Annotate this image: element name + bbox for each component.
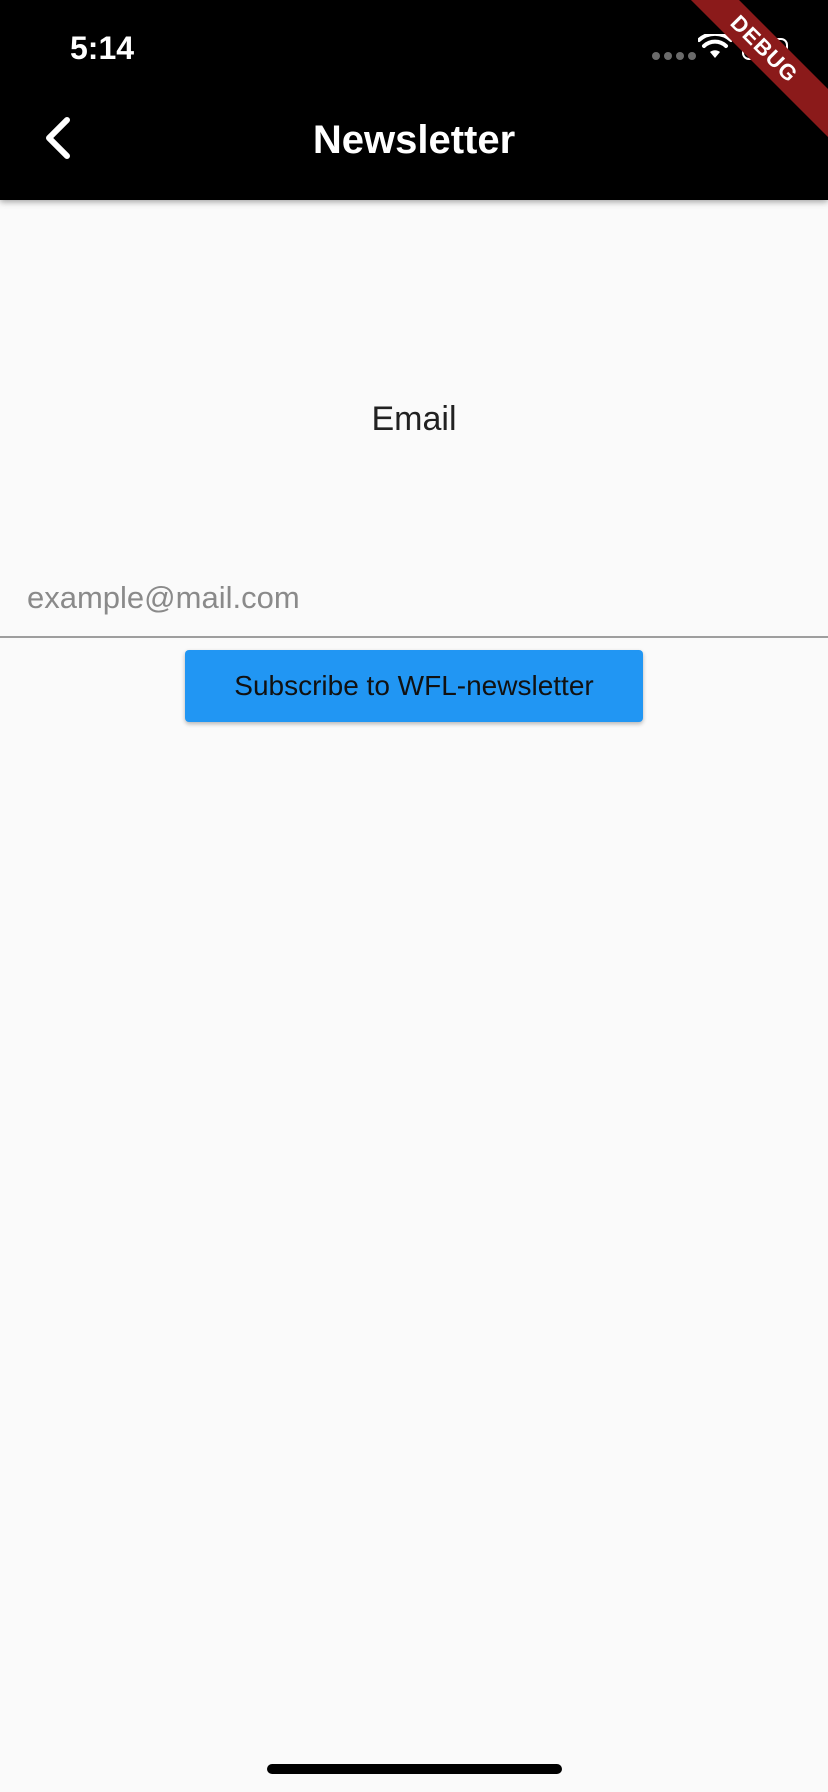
email-label: Email [371,400,457,438]
subscribe-button[interactable]: Subscribe to WFL-newsletter [185,650,643,722]
status-time: 5:14 [70,30,135,66]
app-bar: 5:14 Newsletter DEBUG [0,0,828,200]
page-title: Newsletter [312,118,516,162]
email-field[interactable] [0,560,828,638]
home-indicator[interactable] [267,1764,562,1774]
wifi-icon [698,34,732,58]
cellular-signal-icon [652,52,696,60]
